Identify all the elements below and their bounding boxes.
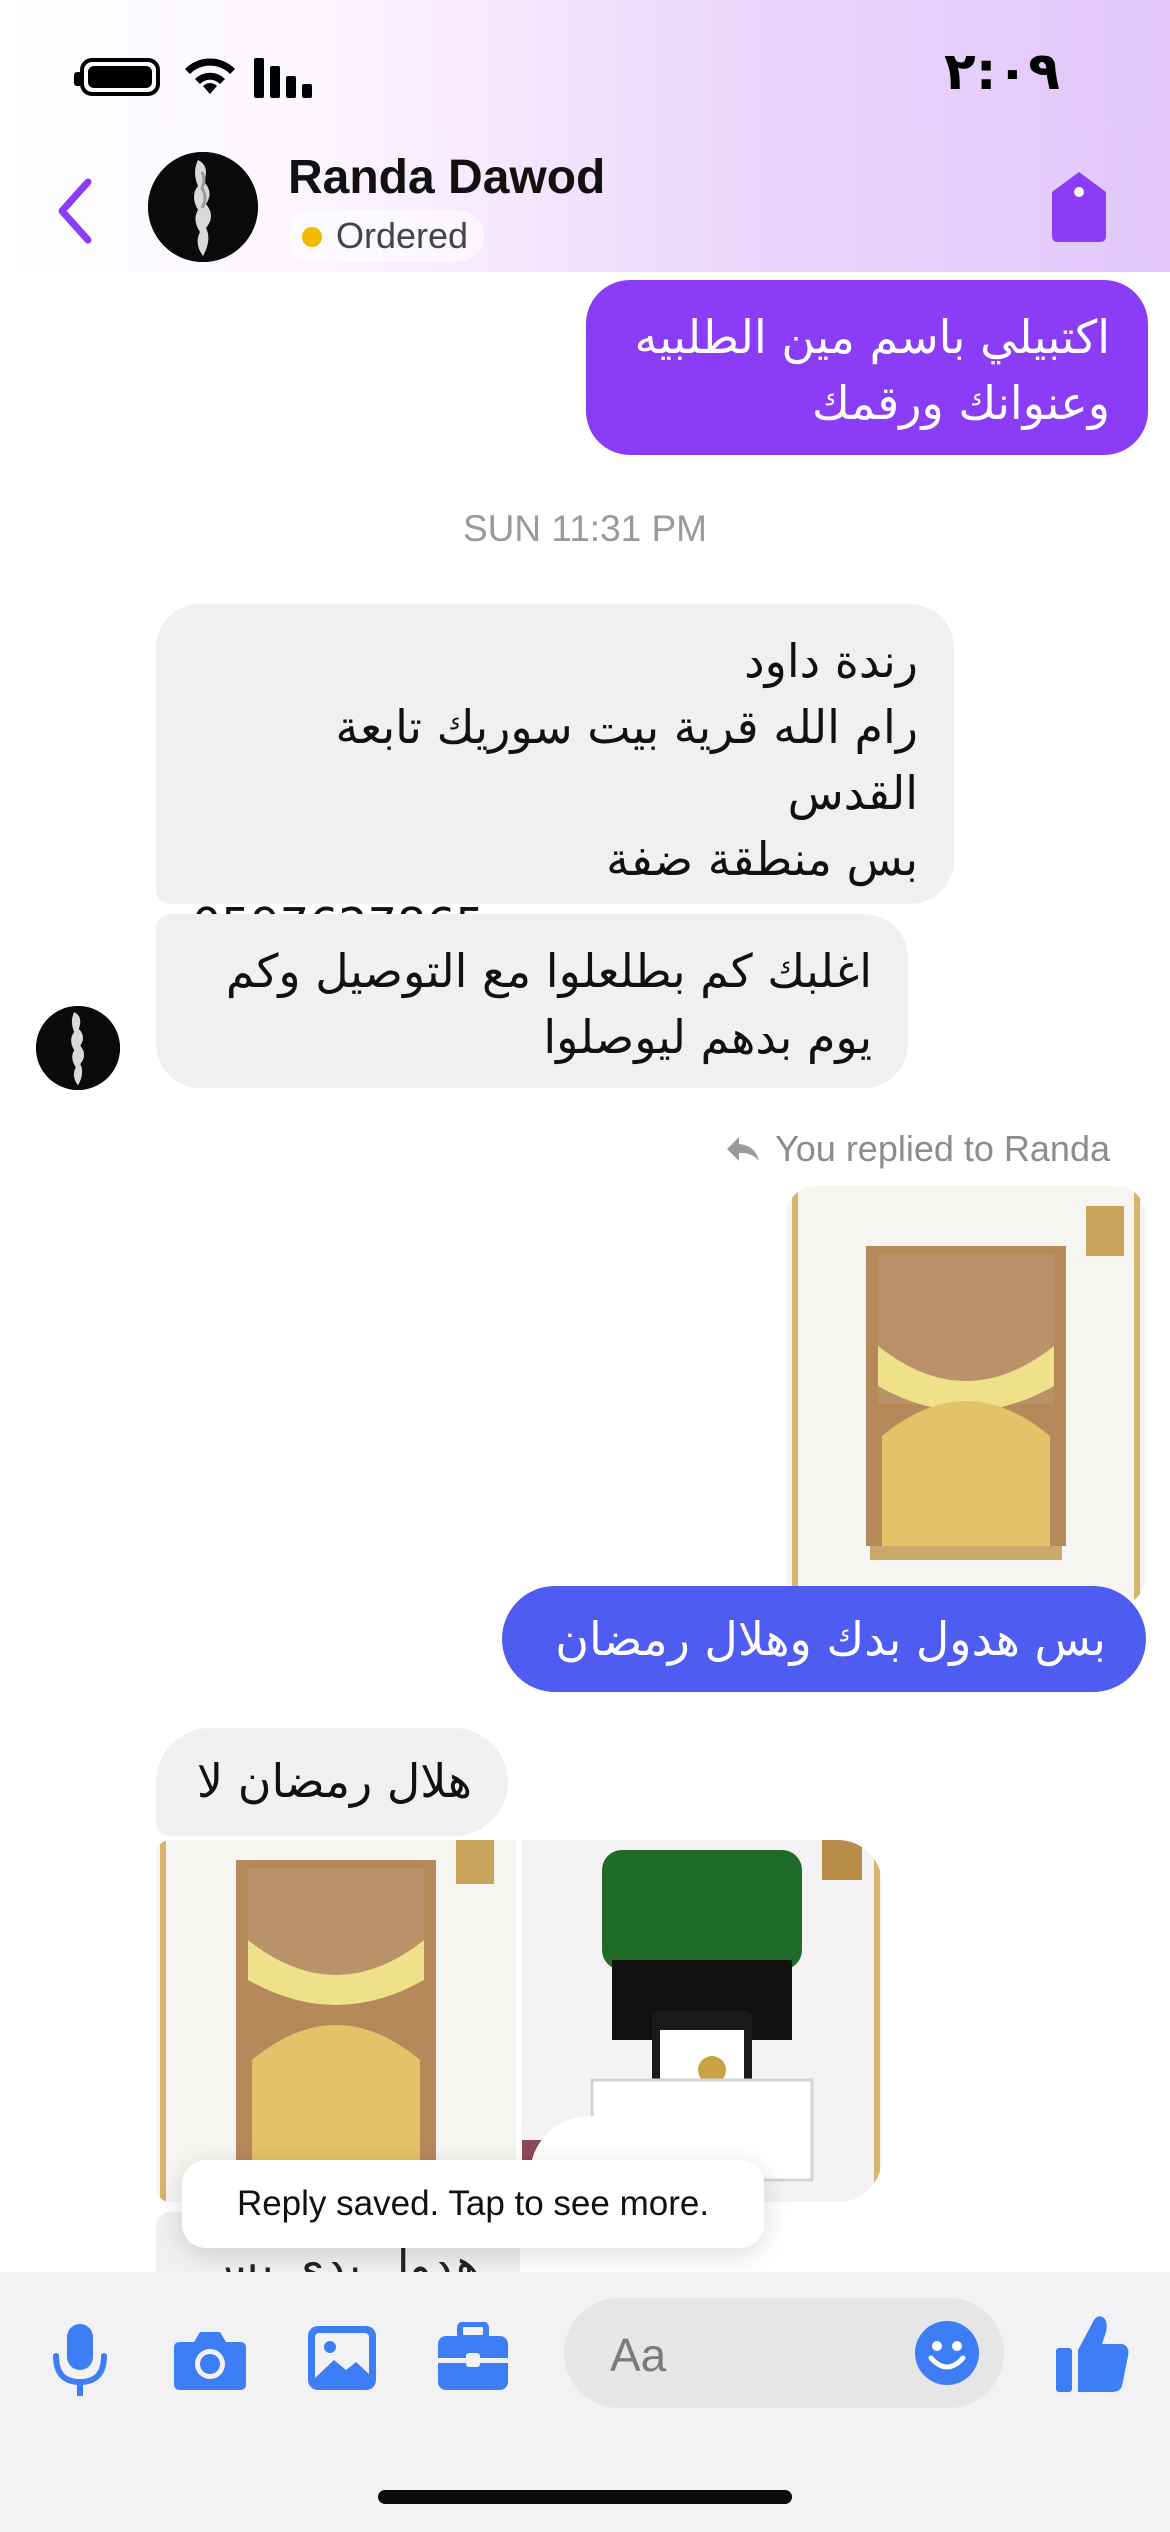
mic-icon[interactable] bbox=[50, 2322, 110, 2398]
status-bar: ٢:٠٩ bbox=[0, 0, 1170, 140]
product-image[interactable] bbox=[786, 1186, 1146, 1606]
message-timestamp: SUN 11:31 PM bbox=[462, 508, 708, 549]
reply-saved-toast[interactable]: Reply saved. Tap to see more. bbox=[182, 2160, 764, 2248]
contact-avatar-small[interactable] bbox=[36, 1006, 120, 1090]
reply-context-text: You replied to Randa bbox=[775, 1128, 1110, 1169]
order-status-badge[interactable]: Ordered bbox=[288, 210, 485, 262]
message-line: رام الله قرية بيت سوريك تابعة القدس bbox=[335, 700, 918, 820]
message-line: بس منطقة ضفة bbox=[606, 832, 918, 886]
contact-avatar[interactable] bbox=[148, 152, 258, 262]
reply-arrow-icon bbox=[727, 1137, 760, 1161]
product-image[interactable] bbox=[156, 1840, 516, 2202]
message-line: رندة داود bbox=[744, 634, 918, 688]
message-input-placeholder: Aa bbox=[610, 2329, 667, 2381]
outgoing-message[interactable]: اكتبيلي باسم مين الطلبيه وعنوانك ورقمك bbox=[586, 280, 1148, 455]
like-icon[interactable] bbox=[1054, 2312, 1130, 2396]
wifi-icon bbox=[185, 58, 235, 94]
gallery-icon[interactable] bbox=[306, 2322, 378, 2394]
reply-context-label: You replied to Randa bbox=[725, 1128, 1110, 1170]
message-input[interactable]: Aa bbox=[564, 2298, 1004, 2408]
camera-icon[interactable] bbox=[172, 2322, 248, 2398]
contact-name[interactable]: Randa Dawod bbox=[288, 150, 605, 205]
incoming-message[interactable]: هلال رمضان لا bbox=[156, 1728, 508, 1836]
emoji-icon[interactable] bbox=[914, 2320, 980, 2386]
tag-icon[interactable] bbox=[1050, 170, 1108, 244]
conversation-header: Randa Dawod Ordered bbox=[0, 140, 1170, 272]
status-time: ٢:٠٩ bbox=[943, 42, 1060, 102]
back-chevron-icon[interactable] bbox=[50, 176, 100, 246]
incoming-message[interactable]: اغلبك كم بطلعلوا مع التوصيل وكم يوم بدهم… bbox=[156, 914, 908, 1088]
home-indicator[interactable] bbox=[378, 2490, 792, 2504]
signal-icon bbox=[254, 58, 312, 98]
battery-icon bbox=[74, 58, 160, 96]
order-status-label: Ordered bbox=[336, 215, 469, 256]
outgoing-message[interactable]: بس هدول بدك وهلال رمضان bbox=[502, 1586, 1146, 1692]
status-dot bbox=[302, 227, 322, 247]
incoming-message[interactable]: رندة داود رام الله قرية بيت سوريك تابعة … bbox=[156, 604, 954, 952]
briefcase-icon[interactable] bbox=[436, 2322, 510, 2394]
